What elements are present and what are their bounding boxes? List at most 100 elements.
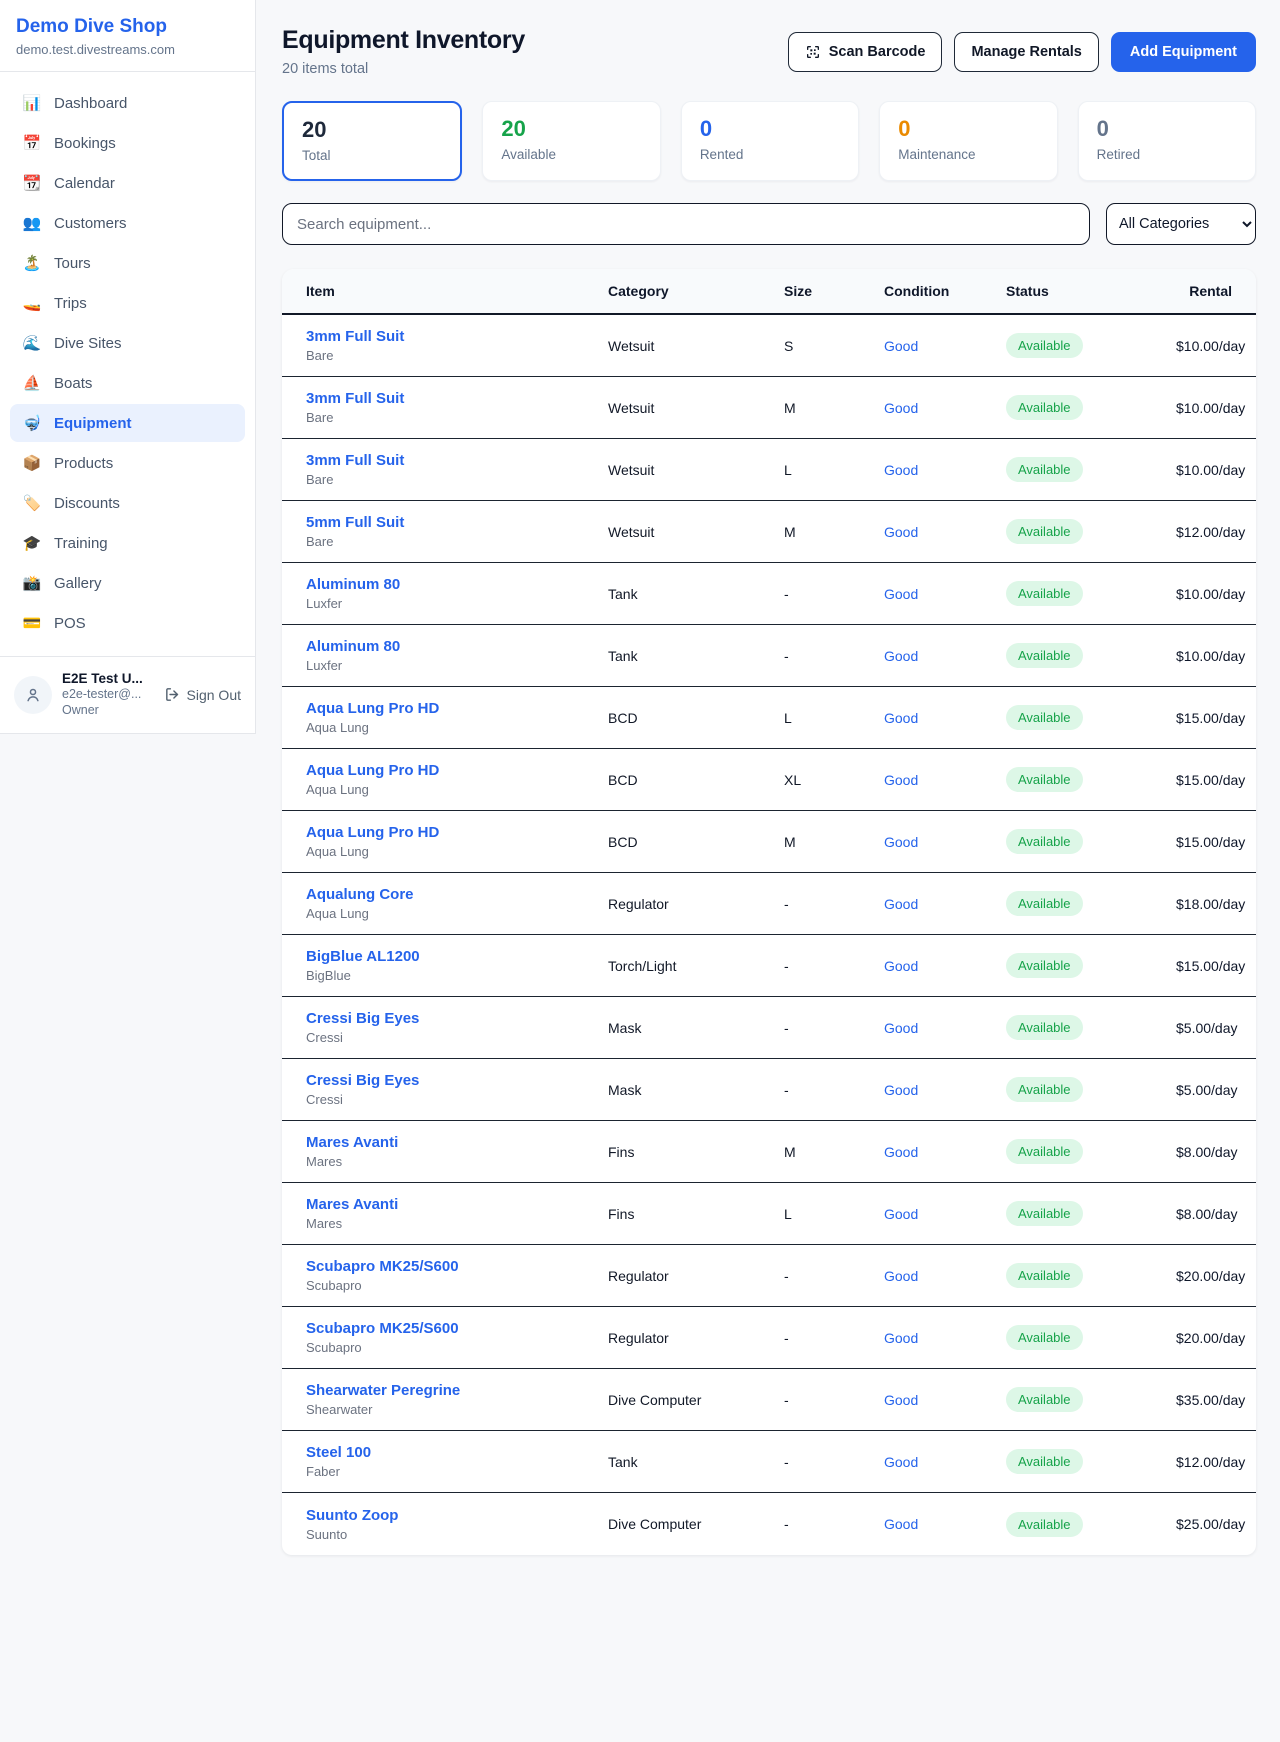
category-cell: Fins: [608, 1144, 784, 1160]
size-cell: -: [784, 648, 884, 664]
condition-link[interactable]: Good: [884, 1206, 1006, 1222]
condition-link[interactable]: Good: [884, 958, 1006, 974]
table-row: BigBlue AL1200 BigBlue Torch/Light - Goo…: [282, 935, 1256, 997]
sidebar-item-customers[interactable]: 👥 Customers: [10, 204, 245, 242]
condition-link[interactable]: Good: [884, 1082, 1006, 1098]
status-cell: Available: [1006, 891, 1176, 916]
sidebar-item-tours[interactable]: 🏝️ Tours: [10, 244, 245, 282]
item-name-link[interactable]: BigBlue AL1200: [306, 948, 608, 965]
item-name-link[interactable]: 3mm Full Suit: [306, 390, 608, 407]
condition-link[interactable]: Good: [884, 1268, 1006, 1284]
stat-label: Available: [501, 147, 641, 162]
add-equipment-label: Add Equipment: [1130, 44, 1237, 60]
condition-link[interactable]: Good: [884, 834, 1006, 850]
sidebar-item-discounts[interactable]: 🏷️ Discounts: [10, 484, 245, 522]
island-icon: 🏝️: [22, 254, 42, 272]
item-brand: Aqua Lung: [306, 844, 608, 859]
sidebar-item-label: Dive Sites: [54, 335, 122, 352]
condition-link[interactable]: Good: [884, 1516, 1006, 1532]
stat-card-retired[interactable]: 0 Retired: [1078, 101, 1256, 181]
item-name-link[interactable]: 5mm Full Suit: [306, 514, 608, 531]
item-name-link[interactable]: Cressi Big Eyes: [306, 1072, 608, 1089]
sidebar-item-trips[interactable]: 🚤 Trips: [10, 284, 245, 322]
search-input[interactable]: [282, 203, 1090, 245]
item-name-link[interactable]: Aqua Lung Pro HD: [306, 700, 608, 717]
sidebar-item-boats[interactable]: ⛵ Boats: [10, 364, 245, 402]
item-brand: Suunto: [306, 1527, 608, 1542]
item-name-link[interactable]: Scubapro MK25/S600: [306, 1258, 608, 1275]
condition-link[interactable]: Good: [884, 896, 1006, 912]
sidebar-item-label: Dashboard: [54, 95, 127, 112]
condition-link[interactable]: Good: [884, 1144, 1006, 1160]
condition-link[interactable]: Good: [884, 462, 1006, 478]
condition-link[interactable]: Good: [884, 648, 1006, 664]
table-row: Cressi Big Eyes Cressi Mask - Good Avail…: [282, 997, 1256, 1059]
sidebar-item-bookings[interactable]: 📅 Bookings: [10, 124, 245, 162]
item-name-link[interactable]: Aqualung Core: [306, 886, 608, 903]
sidebar-item-calendar[interactable]: 📆 Calendar: [10, 164, 245, 202]
table-row: Aluminum 80 Luxfer Tank - Good Available…: [282, 563, 1256, 625]
sidebar-nav: 📊 Dashboard 📅 Bookings 📆 Calendar 👥 Cust…: [0, 72, 255, 656]
condition-link[interactable]: Good: [884, 524, 1006, 540]
condition-link[interactable]: Good: [884, 772, 1006, 788]
add-equipment-button[interactable]: Add Equipment: [1111, 32, 1256, 72]
manage-rentals-button[interactable]: Manage Rentals: [954, 32, 1098, 72]
item-name-link[interactable]: Shearwater Peregrine: [306, 1382, 608, 1399]
sidebar-item-pos[interactable]: 💳 POS: [10, 604, 245, 642]
condition-link[interactable]: Good: [884, 710, 1006, 726]
stat-label: Maintenance: [898, 147, 1038, 162]
category-cell: Dive Computer: [608, 1516, 784, 1532]
brand: Demo Dive Shop demo.test.divestreams.com: [0, 0, 255, 71]
size-cell: -: [784, 1454, 884, 1470]
size-cell: L: [784, 1206, 884, 1222]
condition-link[interactable]: Good: [884, 1330, 1006, 1346]
scan-barcode-button[interactable]: Scan Barcode: [788, 32, 943, 72]
people-icon: 👥: [22, 214, 42, 232]
column-header-status: Status: [1006, 283, 1176, 299]
condition-link[interactable]: Good: [884, 338, 1006, 354]
item-name-link[interactable]: Aqua Lung Pro HD: [306, 824, 608, 841]
stat-label: Retired: [1097, 147, 1237, 162]
status-badge: Available: [1006, 1325, 1083, 1350]
condition-link[interactable]: Good: [884, 1020, 1006, 1036]
sidebar-item-dashboard[interactable]: 📊 Dashboard: [10, 84, 245, 122]
item-name-link[interactable]: 3mm Full Suit: [306, 328, 608, 345]
sign-out-label: Sign Out: [187, 687, 241, 703]
category-cell: Regulator: [608, 1268, 784, 1284]
item-cell: Aqua Lung Pro HD Aqua Lung: [306, 700, 608, 735]
category-select[interactable]: All Categories: [1106, 203, 1256, 245]
header-actions: Scan Barcode Manage Rentals Add Equipmen…: [788, 32, 1256, 72]
item-name-link[interactable]: Aqua Lung Pro HD: [306, 762, 608, 779]
sidebar-item-products[interactable]: 📦 Products: [10, 444, 245, 482]
sidebar-item-equipment[interactable]: 🤿 Equipment: [10, 404, 245, 442]
stat-card-total[interactable]: 20 Total: [282, 101, 462, 181]
item-name-link[interactable]: Suunto Zoop: [306, 1507, 608, 1524]
item-brand: Luxfer: [306, 596, 608, 611]
status-badge: Available: [1006, 953, 1083, 978]
sidebar-item-training[interactable]: 🎓 Training: [10, 524, 245, 562]
item-name-link[interactable]: Aluminum 80: [306, 638, 608, 655]
stat-card-maintenance[interactable]: 0 Maintenance: [879, 101, 1057, 181]
item-name-link[interactable]: Cressi Big Eyes: [306, 1010, 608, 1027]
sidebar-item-dive-sites[interactable]: 🌊 Dive Sites: [10, 324, 245, 362]
item-name-link[interactable]: Mares Avanti: [306, 1134, 608, 1151]
size-cell: M: [784, 834, 884, 850]
item-name-link[interactable]: 3mm Full Suit: [306, 452, 608, 469]
user-name: E2E Test U...: [62, 671, 143, 686]
item-name-link[interactable]: Steel 100: [306, 1444, 608, 1461]
condition-link[interactable]: Good: [884, 586, 1006, 602]
size-cell: L: [784, 710, 884, 726]
condition-link[interactable]: Good: [884, 400, 1006, 416]
condition-link[interactable]: Good: [884, 1392, 1006, 1408]
condition-link[interactable]: Good: [884, 1454, 1006, 1470]
category-cell: Tank: [608, 648, 784, 664]
item-name-link[interactable]: Mares Avanti: [306, 1196, 608, 1213]
sidebar-item-gallery[interactable]: 📸 Gallery: [10, 564, 245, 602]
sign-out-button[interactable]: Sign Out: [164, 686, 241, 703]
stat-card-available[interactable]: 20 Available: [482, 101, 660, 181]
status-cell: Available: [1006, 767, 1176, 792]
stat-card-rented[interactable]: 0 Rented: [681, 101, 859, 181]
item-name-link[interactable]: Scubapro MK25/S600: [306, 1320, 608, 1337]
item-name-link[interactable]: Aluminum 80: [306, 576, 608, 593]
bar-chart-icon: 📊: [22, 94, 42, 112]
